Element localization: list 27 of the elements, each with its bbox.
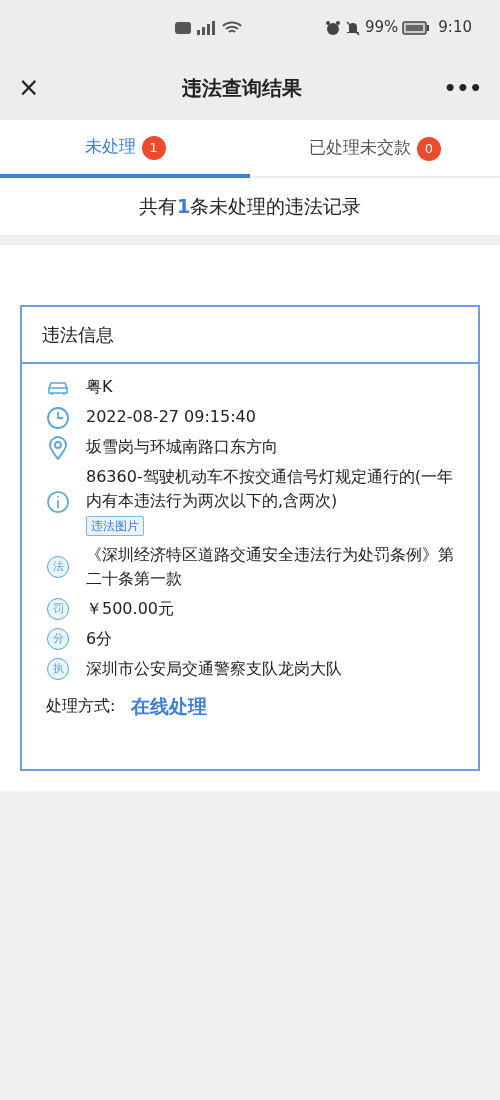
count-badge: 0 <box>417 137 441 161</box>
card-title: 违法信息 <box>22 307 478 364</box>
info-text: 粤K <box>86 376 113 398</box>
method-label: 处理方式: <box>46 695 116 718</box>
info-text: 坂雪岗与环城南路口东方向 <box>86 436 278 458</box>
info-text: 《深圳经济特区道路交通安全违法行为处罚条例》第二十条第一款 <box>86 544 454 590</box>
info-text: 86360-驾驶机动车不按交通信号灯规定通行的(一年内有本违法行为两次以下的,含两次) <box>86 466 454 512</box>
info-text: 2022-08-27 09:15:40 <box>86 406 256 428</box>
page-title: 违法查询结果 <box>181 74 302 102</box>
battery-percent: 99% <box>364 17 399 39</box>
seal-icon: 法 <box>47 556 69 578</box>
online-processing-link[interactable]: 在线处理 <box>131 692 208 721</box>
seal-icon: 执 <box>47 658 69 680</box>
close-button[interactable]: × <box>18 74 40 101</box>
info-text: 6分 <box>86 628 113 650</box>
clock-icon <box>46 405 70 429</box>
location-pin-icon <box>46 435 70 459</box>
summary-text: 共有1条未处理的违法记录 <box>138 194 362 220</box>
seal-icon: 罚 <box>47 598 69 620</box>
status-time: 9:10 <box>438 17 472 39</box>
seal-icon: 分 <box>47 628 69 650</box>
info-text: 深圳市公安局交通警察支队龙岗大队 <box>86 658 342 680</box>
count-badge: 1 <box>141 136 166 160</box>
info-icon <box>46 489 70 513</box>
more-button[interactable]: ••• <box>443 72 482 103</box>
info-text: ￥500.00元 <box>86 598 174 620</box>
photo-tag[interactable]: 违法图片 <box>86 516 144 536</box>
